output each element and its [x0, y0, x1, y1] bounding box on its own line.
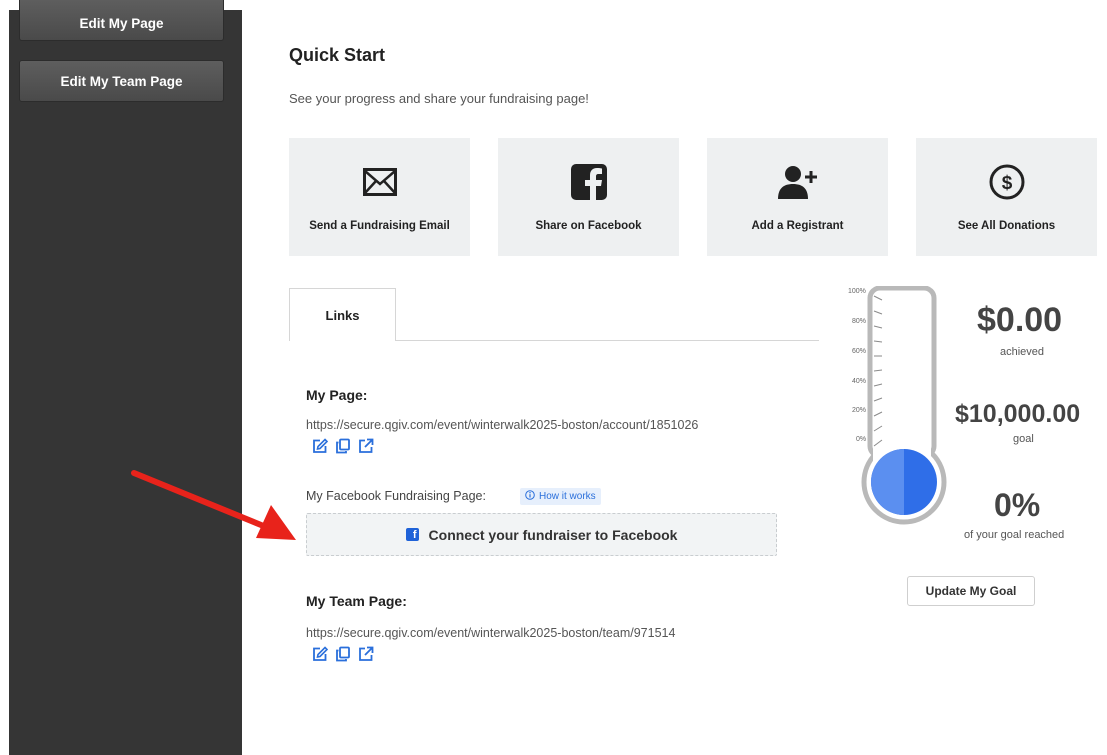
- connect-facebook-label: Connect your fundraiser to Facebook: [428, 526, 678, 543]
- external-link-icon[interactable]: [358, 646, 374, 662]
- external-link-icon[interactable]: [358, 438, 374, 454]
- share-facebook-label: Share on Facebook: [535, 220, 642, 232]
- add-registrant-card[interactable]: Add a Registrant: [707, 138, 888, 256]
- copy-icon[interactable]: [335, 438, 351, 454]
- page-subtitle: See your progress and share your fundrai…: [289, 91, 589, 106]
- tick-label: 20%: [852, 407, 867, 414]
- goal-amount: $10,000.00: [955, 400, 1081, 428]
- tick-label: 0%: [856, 436, 867, 443]
- tick-label: 100%: [848, 288, 866, 295]
- edit-my-team-page-button[interactable]: Edit My Team Page: [19, 60, 224, 102]
- achieved-amount: $0.00: [977, 301, 1063, 339]
- dollar-circle-icon: $: [989, 162, 1025, 202]
- facebook-page-label: My Facebook Fundraising Page:: [306, 489, 486, 503]
- facebook-icon: [570, 162, 607, 202]
- goal-label: goal: [1013, 433, 1034, 445]
- percent-reached: 0%: [994, 487, 1041, 523]
- add-registrant-label: Add a Registrant: [751, 220, 844, 232]
- tick-label: 60%: [852, 348, 867, 355]
- team-page-actions: [312, 646, 374, 662]
- envelope-icon: [362, 162, 397, 202]
- copy-icon[interactable]: [335, 646, 351, 662]
- tick-label: 40%: [852, 378, 867, 385]
- my-page-label: My Page:: [306, 387, 368, 403]
- achieved-label: achieved: [1000, 346, 1045, 358]
- percent-label: of your goal reached: [964, 529, 1065, 541]
- edit-icon[interactable]: [312, 646, 328, 662]
- my-page-actions: [312, 438, 374, 454]
- edit-icon[interactable]: [312, 438, 328, 454]
- add-user-icon: [777, 162, 818, 202]
- goal-thermometer: 100% 80% 60% 40% 20% 0%: [840, 285, 950, 526]
- share-facebook-card[interactable]: Share on Facebook: [498, 138, 679, 256]
- info-icon: [525, 490, 535, 503]
- how-it-works-link[interactable]: How it works: [520, 488, 601, 505]
- team-page-url: https://secure.qgiv.com/event/winterwalk…: [306, 626, 676, 640]
- tab-links[interactable]: Links: [289, 288, 396, 341]
- team-page-label: My Team Page:: [306, 593, 407, 609]
- connect-facebook-button[interactable]: f Connect your fundraiser to Facebook: [306, 513, 777, 556]
- facebook-icon: f: [405, 528, 419, 541]
- see-donations-card[interactable]: $ See All Donations: [916, 138, 1097, 256]
- my-page-url: https://secure.qgiv.com/event/winterwalk…: [306, 418, 699, 432]
- send-email-card[interactable]: Send a Fundraising Email: [289, 138, 470, 256]
- update-goal-button[interactable]: Update My Goal: [907, 576, 1035, 606]
- send-email-label: Send a Fundraising Email: [309, 220, 450, 232]
- tick-label: 80%: [852, 318, 867, 325]
- svg-text:$: $: [1001, 173, 1012, 194]
- page-title: Quick Start: [289, 45, 386, 65]
- edit-my-page-button[interactable]: Edit My Page: [19, 0, 224, 41]
- see-donations-label: See All Donations: [957, 220, 1056, 232]
- how-it-works-label: How it works: [539, 491, 596, 502]
- sidebar: Edit My Page Edit My Team Page: [9, 0, 242, 755]
